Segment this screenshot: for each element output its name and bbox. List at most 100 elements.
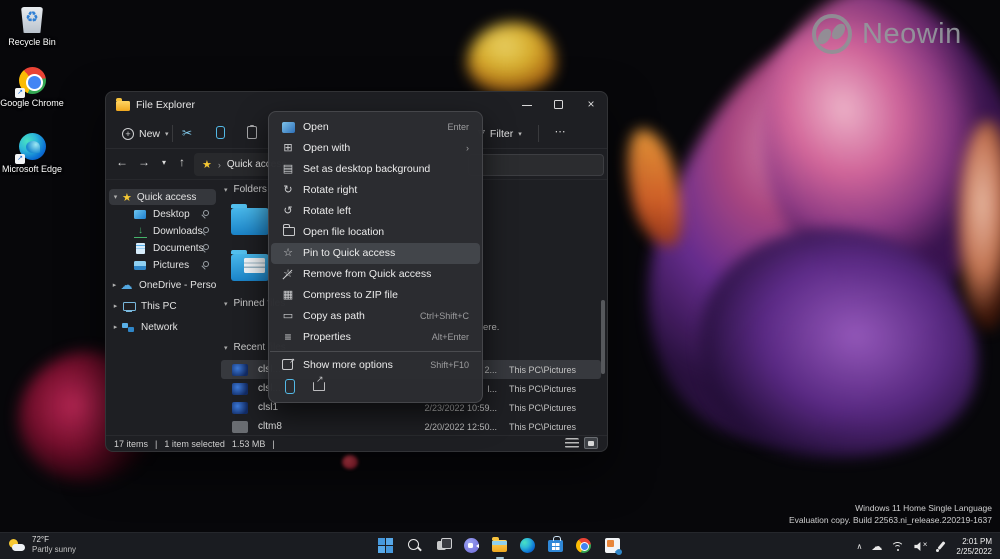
zip-icon: [280, 288, 296, 303]
details-view-button[interactable]: [565, 438, 579, 448]
folder-tile[interactable]: [231, 208, 269, 235]
sidebar-item-network[interactable]: ▸ Network: [109, 319, 216, 335]
share-icon[interactable]: [313, 382, 325, 391]
onedrive-cloud-icon[interactable]: ☁: [871, 540, 882, 553]
store-button[interactable]: [544, 536, 568, 557]
menu-item-properties[interactable]: Properties Alt+Enter: [271, 327, 480, 348]
cut-button[interactable]: ✂: [178, 124, 196, 142]
paste-icon: [247, 126, 257, 139]
file-row[interactable]: cltm8 2/20/2022 12:50... This PC\Picture…: [221, 417, 601, 436]
recent-locations-chevron[interactable]: ▾: [156, 158, 172, 167]
chrome-button[interactable]: [572, 536, 596, 557]
paste-button[interactable]: [243, 124, 261, 142]
start-button[interactable]: [374, 536, 398, 557]
desktop-icon-recycle-bin[interactable]: ♻ Recycle Bin: [0, 5, 64, 47]
pen-input-icon[interactable]: [936, 541, 947, 552]
back-button[interactable]: ←: [114, 155, 130, 169]
task-view-button[interactable]: [432, 536, 456, 557]
sidebar-item-quick-access[interactable]: ▾ ★ Quick access: [109, 189, 216, 205]
menu-item-pin-to-quick-access[interactable]: Pin to Quick access: [271, 243, 480, 264]
menu-item-label: Open: [303, 121, 329, 133]
file-location: This PC\Pictures: [509, 384, 601, 394]
pin-icon: [201, 261, 209, 269]
desktop: Neowin ♻ Recycle Bin ↗ Google Chrome ↗ M…: [0, 0, 1000, 559]
desktop-icon-microsoft-edge[interactable]: ↗ Microsoft Edge: [0, 132, 64, 174]
copy-button[interactable]: [211, 124, 229, 142]
file-explorer-button[interactable]: [488, 536, 512, 557]
hidden-icons-chevron[interactable]: ∧: [857, 542, 863, 551]
documents-icon: [134, 242, 147, 255]
minimize-icon: [522, 105, 532, 106]
pictures-icon: [134, 259, 147, 272]
menu-item-remove-from-quick-access[interactable]: Remove from Quick access: [271, 264, 480, 285]
selection-size: 1.53 MB: [232, 439, 266, 449]
window-title: File Explorer: [136, 99, 195, 111]
chevron-down-icon: ▾: [224, 300, 228, 308]
see-more-button[interactable]: ⋯: [549, 123, 571, 144]
new-button-label: New: [139, 128, 160, 140]
maximize-button[interactable]: [543, 92, 575, 118]
up-button[interactable]: ↑: [174, 155, 190, 169]
folder-tile-documents[interactable]: [231, 254, 269, 281]
edge-icon: ↗: [17, 132, 47, 162]
evaluation-watermark: Windows 11 Home Single Language Evaluati…: [789, 502, 992, 526]
menu-item-open[interactable]: Open Enter: [271, 117, 480, 138]
menu-item-label: Pin to Quick access: [303, 247, 395, 259]
watermark-line1: Windows 11 Home Single Language: [789, 502, 992, 514]
menu-item-rotate-right[interactable]: Rotate right: [271, 180, 480, 201]
volume-muted-icon[interactable]: [914, 542, 927, 551]
tray-time: 2:01 PM: [956, 537, 992, 547]
neowin-logo-icon: [812, 14, 852, 54]
chat-button[interactable]: [460, 536, 484, 557]
edge-button[interactable]: [516, 536, 540, 557]
file-location: This PC\Pictures: [509, 365, 601, 375]
sidebar-item-label: OneDrive - Personal: [139, 280, 216, 291]
menu-item-rotate-left[interactable]: Rotate left: [271, 201, 480, 222]
section-folders[interactable]: ▾ Folders: [224, 184, 267, 195]
partly-sunny-icon: [8, 538, 26, 553]
pin-icon: [201, 227, 209, 235]
sidebar-item-desktop[interactable]: Desktop: [109, 206, 216, 222]
search-input[interactable]: [468, 154, 604, 176]
star-icon: ★: [122, 191, 132, 204]
clock[interactable]: 2:01 PM 2/25/2022: [956, 537, 992, 557]
forward-button[interactable]: →: [136, 155, 152, 169]
menu-item-open-with[interactable]: Open with ›: [271, 138, 480, 159]
status-divider: |: [155, 439, 157, 449]
shortcut-arrow-icon: ↗: [15, 154, 25, 164]
sidebar-item-downloads[interactable]: ↓ Downloads: [109, 223, 216, 239]
search-button[interactable]: [403, 536, 427, 557]
large-icons-view-button[interactable]: [584, 437, 598, 449]
taskbar: 72°F Partly sunny ∧ ☁ 2:01 PM 2/25/2022: [0, 532, 1000, 559]
section-label: Folders: [234, 184, 267, 195]
sidebar-item-label: Pictures: [153, 260, 189, 271]
chat-camera-icon: [464, 538, 479, 553]
close-button[interactable]: ×: [575, 92, 607, 118]
sidebar-item-this-pc[interactable]: ▸ This PC: [109, 298, 216, 314]
submenu-chevron-icon: ›: [466, 143, 469, 153]
menu-item-set-as-desktop-background[interactable]: Set as desktop background: [271, 159, 480, 180]
menu-item-open-file-location[interactable]: Open file location: [271, 222, 480, 243]
copy-icon[interactable]: [285, 379, 295, 394]
menu-item-show-more-options[interactable]: Show more options Shift+F10: [271, 355, 480, 376]
menu-item-compress-to-zip[interactable]: Compress to ZIP file: [271, 285, 480, 306]
snipping-tool-button[interactable]: [601, 536, 625, 557]
sidebar-item-documents[interactable]: Documents: [109, 240, 216, 256]
new-button[interactable]: + New ▾: [114, 123, 177, 144]
wifi-icon[interactable]: [891, 541, 905, 552]
chevron-right-icon: ▸: [109, 302, 122, 310]
minimize-button[interactable]: [511, 92, 543, 118]
sidebar-item-label: Downloads: [153, 226, 202, 237]
file-location: This PC\Pictures: [509, 422, 601, 432]
vertical-scrollbar[interactable]: [601, 300, 605, 374]
sidebar-item-pictures[interactable]: Pictures: [109, 257, 216, 273]
rotate-right-icon: [280, 183, 296, 198]
menu-item-copy-as-path[interactable]: Copy as path Ctrl+Shift+C: [271, 306, 480, 327]
weather-widget[interactable]: 72°F Partly sunny: [8, 535, 76, 555]
sidebar-item-onedrive[interactable]: ▸ ☁ OneDrive - Personal: [109, 277, 216, 293]
desktop-icon-google-chrome[interactable]: ↗ Google Chrome: [0, 66, 64, 108]
menu-item-label: Compress to ZIP file: [303, 289, 398, 301]
folder-icon: [492, 540, 507, 552]
menu-item-label: Properties: [303, 331, 351, 343]
menu-item-label: Remove from Quick access: [303, 268, 431, 280]
